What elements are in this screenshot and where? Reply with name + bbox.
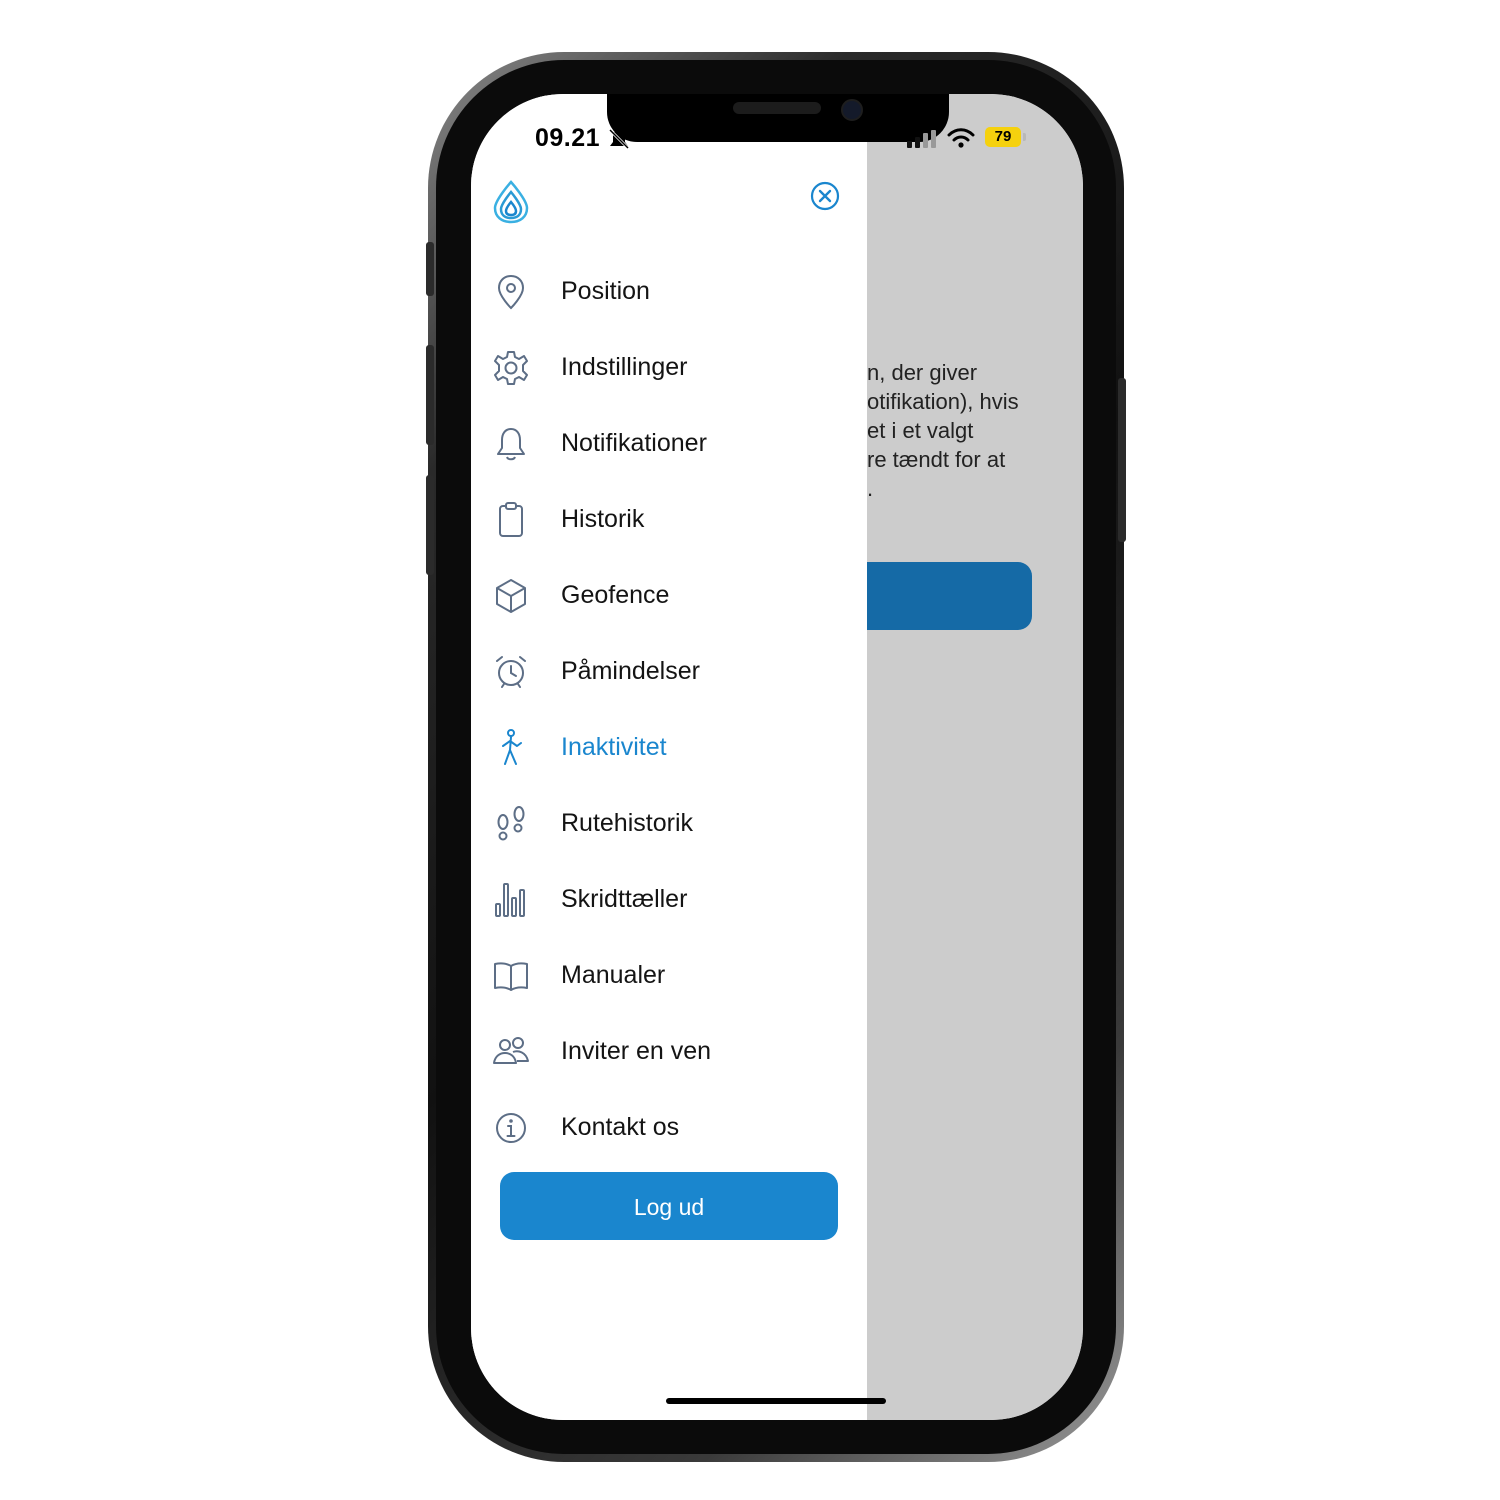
walking-person-icon <box>491 728 531 768</box>
power-button <box>1118 378 1126 542</box>
menu-item-position[interactable]: Position <box>471 252 867 328</box>
app-logo <box>491 180 531 229</box>
menu-item-settings[interactable]: Indstillinger <box>471 328 867 404</box>
users-icon <box>491 1032 531 1072</box>
menu-item-label: Kontakt os <box>561 1113 680 1141</box>
notch <box>607 94 949 142</box>
menu-item-label: Position <box>561 277 650 305</box>
battery-indicator: 79 <box>985 127 1021 147</box>
menu-item-geofence[interactable]: Geofence <box>471 556 867 632</box>
logout-button[interactable]: Log ud <box>500 1172 838 1240</box>
menu-item-inactivity[interactable]: Inaktivitet <box>471 708 867 784</box>
menu-item-invite-friend[interactable]: Inviter en ven <box>471 1012 867 1088</box>
menu-item-label: Påmindelser <box>561 657 700 685</box>
volume-down-button <box>426 475 434 575</box>
menu-item-reminders[interactable]: Påmindelser <box>471 632 867 708</box>
menu-item-manuals[interactable]: Manualer <box>471 936 867 1012</box>
location-pin-icon <box>491 272 531 312</box>
menu-item-label: Inaktivitet <box>561 733 667 761</box>
wifi-icon <box>947 128 975 148</box>
home-indicator[interactable] <box>666 1398 886 1404</box>
navigation-drawer: Position Indstillinger Notifikationer Hi… <box>471 94 867 1420</box>
footprints-icon <box>491 804 531 844</box>
menu-item-history[interactable]: Historik <box>471 480 867 556</box>
open-book-icon <box>491 956 531 996</box>
water-drop-logo-icon <box>493 180 529 224</box>
menu-item-label: Skridttæller <box>561 885 688 913</box>
menu-item-label: Inviter en ven <box>561 1037 712 1065</box>
menu-item-label: Historik <box>561 505 645 533</box>
menu-item-contact-us[interactable]: Kontakt os <box>471 1088 867 1164</box>
background-text-line: re tændt for at <box>867 447 1006 472</box>
battery-tip <box>1023 133 1026 141</box>
menu-item-notifications[interactable]: Notifikationer <box>471 404 867 480</box>
earpiece-speaker <box>733 102 821 114</box>
cube-icon <box>491 576 531 616</box>
background-text-line: et i et valgt <box>867 418 974 443</box>
bar-chart-icon <box>491 880 531 920</box>
info-icon <box>491 1108 531 1148</box>
menu-item-step-counter[interactable]: Skridttæller <box>471 860 867 936</box>
menu-item-route-history[interactable]: Rutehistorik <box>471 784 867 860</box>
bell-icon <box>491 424 531 464</box>
phone-screen: n, der giver otifikation), hvis et i et … <box>471 94 1083 1420</box>
menu-item-label: Manualer <box>561 961 666 989</box>
background-text-line: n, der giver <box>867 360 978 385</box>
close-drawer-button[interactable] <box>809 180 841 212</box>
menu-item-label: Rutehistorik <box>561 809 693 837</box>
status-time: 09.21 <box>535 124 601 152</box>
silent-switch <box>426 242 434 296</box>
alarm-clock-icon <box>491 652 531 692</box>
background-text-line: . <box>867 476 874 501</box>
clipboard-icon <box>491 500 531 540</box>
front-camera <box>841 99 863 121</box>
menu-item-label: Notifikationer <box>561 429 707 457</box>
menu-item-label: Geofence <box>561 581 670 609</box>
background-text-line: otifikation), hvis <box>867 389 1019 414</box>
volume-up-button <box>426 345 434 445</box>
gear-icon <box>491 348 531 388</box>
cellular-signal-icon <box>907 130 936 148</box>
menu-item-label: Indstillinger <box>561 353 688 381</box>
close-circle-icon <box>810 181 840 211</box>
